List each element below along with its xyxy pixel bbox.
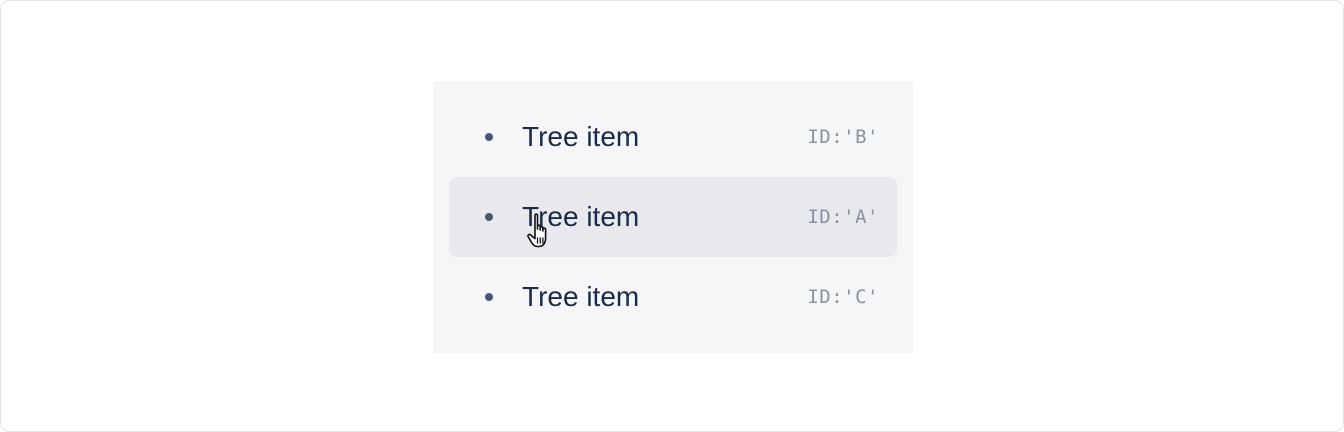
tree-panel: Tree item ID:'B' Tree item ID:'A' Tree i… bbox=[433, 81, 913, 353]
tree-item-label: Tree item bbox=[522, 281, 640, 312]
tree-item-id: ID:'C' bbox=[807, 286, 879, 308]
tree-item-id: ID:'A' bbox=[807, 206, 879, 228]
tree-list: Tree item ID:'B' Tree item ID:'A' Tree i… bbox=[449, 97, 897, 337]
window-frame: Tree item ID:'B' Tree item ID:'A' Tree i… bbox=[0, 0, 1344, 432]
tree-item-label: Tree item bbox=[522, 121, 640, 152]
bullet-icon bbox=[485, 213, 493, 221]
bullet-icon bbox=[485, 133, 493, 141]
tree-item-b[interactable]: Tree item ID:'B' bbox=[449, 97, 897, 177]
tree-item-c[interactable]: Tree item ID:'C' bbox=[449, 257, 897, 337]
bullet-icon bbox=[485, 293, 493, 301]
tree-item-a[interactable]: Tree item ID:'A' bbox=[449, 177, 897, 257]
tree-item-label: Tree item bbox=[522, 201, 640, 232]
tree-item-id: ID:'B' bbox=[807, 126, 879, 148]
